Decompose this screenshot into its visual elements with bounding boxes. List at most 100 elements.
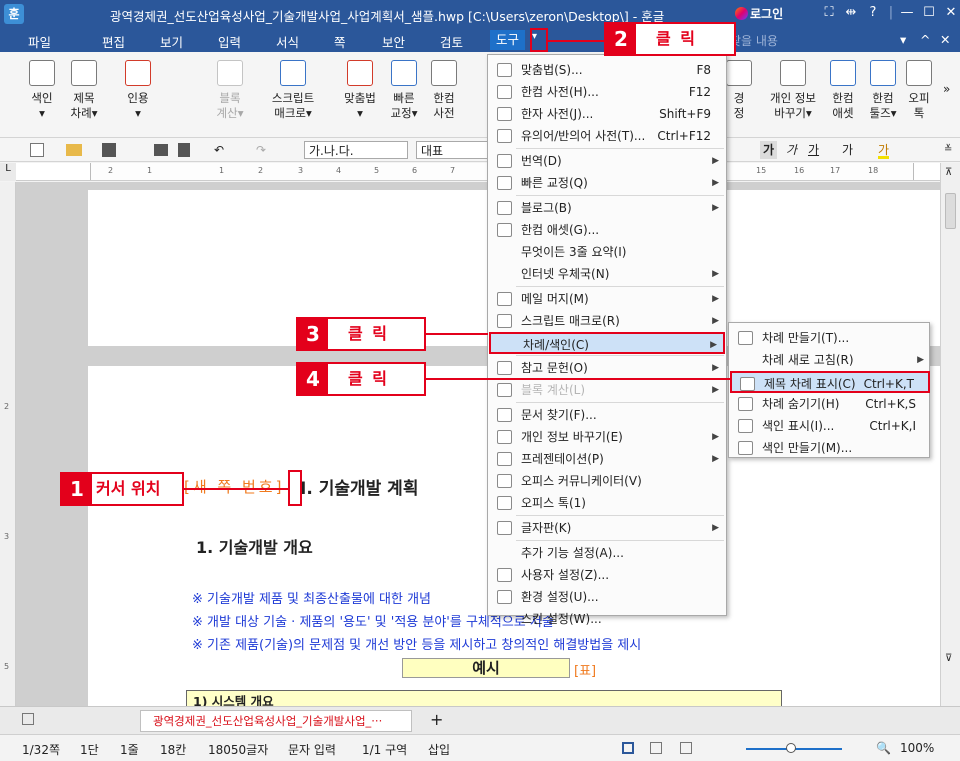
- tab-type-selector[interactable]: L: [0, 163, 16, 181]
- scroll-down-icon[interactable]: ⊽: [945, 653, 952, 664]
- strikeout-button[interactable]: 가: [842, 141, 853, 159]
- hancom-dict-button[interactable]: 한컴 사전: [424, 60, 464, 121]
- menu-item-tools-16[interactable]: 개인 정보 바꾸기(E) ▶: [489, 426, 725, 448]
- style-combo[interactable]: 가.나.다.: [304, 141, 408, 159]
- hancom-tools-button[interactable]: 한컴 툴즈▾: [864, 60, 902, 121]
- menu-page[interactable]: 쪽: [334, 32, 346, 51]
- menu-item-tools-2[interactable]: 한자 사전(J)... Shift+F9: [489, 103, 725, 125]
- redo-icon[interactable]: ↷: [256, 141, 266, 159]
- search-input[interactable]: 찾을 내용: [730, 32, 778, 49]
- zoom-icon[interactable]: 🔍: [876, 741, 891, 755]
- menu-item-tools-10[interactable]: 메일 머지(M) ▶: [489, 288, 725, 310]
- menu-item-toc-5[interactable]: 색인 만들기(M)...: [730, 437, 930, 459]
- script-macro-button[interactable]: 스크립트 매크로▾: [266, 60, 320, 121]
- tab-list-icon[interactable]: [22, 713, 34, 725]
- menu-item-toc-3[interactable]: 차례 숨기기(H) Ctrl+K,S: [730, 393, 930, 415]
- hancom-dict-label: 한컴: [433, 91, 455, 105]
- menu-item-tools-24[interactable]: 스킨 설정(W)...: [489, 608, 725, 630]
- office-talk-button[interactable]: 오피 톡: [904, 60, 934, 121]
- zoom-level[interactable]: 100%: [900, 741, 934, 755]
- view-page-icon[interactable]: [680, 742, 692, 754]
- menu-format[interactable]: 서식: [276, 32, 299, 51]
- menu-tools[interactable]: 도구: [490, 30, 526, 50]
- menu-item-tools-11[interactable]: 스크립트 매크로(R) ▶: [489, 310, 725, 332]
- menu-view[interactable]: 보기: [160, 32, 183, 51]
- menu-item-toc-1[interactable]: 차례 새로 고침(R) ▶: [730, 349, 930, 371]
- preview-icon[interactable]: [178, 143, 190, 157]
- menu-insert[interactable]: 입력: [218, 32, 241, 51]
- italic-button[interactable]: 가: [786, 141, 797, 159]
- toc-button[interactable]: 제목 차례▾: [64, 60, 104, 121]
- login-button[interactable]: 로그인: [750, 5, 783, 22]
- vertical-ruler[interactable]: 2 3 5: [0, 182, 16, 706]
- menu-item-tools-3[interactable]: 유의어/반의어 사전(T)... Ctrl+F12: [489, 125, 725, 147]
- status-insert-mode[interactable]: 삽입: [428, 741, 450, 758]
- menu-item-tools-6[interactable]: 블로그(B) ▶: [489, 197, 725, 219]
- menu-item-tools-15[interactable]: 문서 찾기(F)...: [489, 404, 725, 426]
- menu-edit[interactable]: 편집: [102, 32, 125, 51]
- menu-security[interactable]: 보안: [382, 32, 405, 51]
- menu-item-tools-5[interactable]: 빠른 교정(Q) ▶: [489, 172, 725, 194]
- menu-item-tools-22[interactable]: 사용자 설정(Z)...: [489, 564, 725, 586]
- add-tab-button[interactable]: +: [430, 710, 443, 729]
- close-button[interactable]: ✕: [940, 5, 960, 20]
- menu-item-tools-1[interactable]: 한컴 사전(H)... F12: [489, 81, 725, 103]
- fullscreen-icon[interactable]: ⛶: [818, 5, 840, 20]
- menu-item-tools-18[interactable]: 오피스 커뮤니케이터(V): [489, 470, 725, 492]
- menu-item-toc-2[interactable]: 제목 차례 표시(C) Ctrl+K,T: [730, 371, 930, 393]
- undo-icon[interactable]: ↶: [214, 141, 224, 159]
- scroll-top-icon[interactable]: ⊼: [945, 167, 952, 178]
- horizontal-ruler[interactable]: 2 1 1 2 3 4 5 6 7 15 16 17 18: [16, 163, 940, 181]
- privacy-button[interactable]: 개인 정보 바꾸기▾: [762, 60, 824, 121]
- menu-item-tools-19[interactable]: 오피스 톡(1): [489, 492, 725, 514]
- menu-item-tools-17[interactable]: 프레젠테이션(P) ▶: [489, 448, 725, 470]
- menu-item-toc-0[interactable]: 차례 만들기(T)...: [730, 327, 930, 349]
- close-doc-icon[interactable]: ✕: [940, 32, 950, 47]
- scroll-thumb[interactable]: [945, 193, 956, 229]
- menu-item-tools-0[interactable]: 맞춤법(S)... F8: [489, 59, 725, 81]
- menu-item-tools-7[interactable]: 한컴 애셋(G)...: [489, 219, 725, 241]
- bold-button[interactable]: 가: [760, 141, 778, 159]
- menu-item-tools-4[interactable]: 번역(D) ▶: [489, 150, 725, 172]
- underline-button[interactable]: 가: [808, 141, 819, 159]
- status-page[interactable]: 1/32쪽: [22, 741, 60, 758]
- highlight-button[interactable]: 가: [878, 141, 890, 159]
- index-button[interactable]: 색인 ▾: [22, 60, 62, 121]
- hwp-app-icon[interactable]: 훈: [4, 4, 24, 24]
- menu-item-tools-9[interactable]: 인터넷 우체국(N) ▶: [489, 263, 725, 285]
- minimize-button[interactable]: —: [896, 5, 918, 20]
- maximize-button[interactable]: ☐: [918, 5, 940, 20]
- menu-item-tools-14[interactable]: 블록 계산(L) ▶: [489, 379, 725, 401]
- print-icon[interactable]: [154, 144, 168, 156]
- collapse-ribbon-icon[interactable]: ^: [920, 32, 930, 47]
- block-calc-button[interactable]: 블록 계산▾: [210, 60, 250, 121]
- ribbon-expand-icon[interactable]: »: [943, 82, 950, 96]
- menu-review[interactable]: 검토: [440, 32, 463, 51]
- spellcheck-button[interactable]: 맞춤법 ▾: [338, 60, 382, 121]
- font-combo[interactable]: 대표: [416, 141, 488, 159]
- menu-item-tools-21[interactable]: 추가 기능 설정(A)...: [489, 542, 725, 564]
- new-doc-icon[interactable]: [30, 143, 44, 157]
- view-width-icon[interactable]: [650, 742, 662, 754]
- quick-correct-button[interactable]: 빠른 교정▾: [384, 60, 424, 121]
- menu-item-tools-23[interactable]: 환경 설정(U)...: [489, 586, 725, 608]
- split-icon[interactable]: ⇹: [840, 5, 862, 20]
- hancom-tools-sub: 툴즈▾: [869, 106, 897, 120]
- open-folder-icon[interactable]: [66, 144, 82, 156]
- vertical-scrollbar[interactable]: ⊼ ⊽: [940, 163, 960, 706]
- zoom-slider-thumb[interactable]: [786, 743, 796, 753]
- menu-file[interactable]: 파일: [28, 32, 51, 51]
- menu-item-tools-12[interactable]: 차례/색인(C) ▶: [489, 332, 725, 354]
- env-settings-button[interactable]: 경 정: [724, 60, 754, 121]
- search-dropdown-icon[interactable]: ▾: [900, 32, 906, 47]
- citation-button[interactable]: 인용 ▾: [118, 60, 158, 121]
- menu-item-tools-13[interactable]: 참고 문헌(O) ▶: [489, 357, 725, 379]
- menu-item-toc-4[interactable]: 색인 표시(I)... Ctrl+K,I: [730, 415, 930, 437]
- document-tab[interactable]: 광역경제권_선도산업육성사업_기술개발사업_···: [140, 710, 412, 732]
- menu-item-tools-8[interactable]: 무엇이든 3줄 요약(I): [489, 241, 725, 263]
- save-icon[interactable]: [102, 143, 116, 157]
- view-normal-icon[interactable]: [622, 742, 634, 754]
- menu-item-tools-20[interactable]: 글자판(K) ▶: [489, 517, 725, 539]
- toolbar-expand-icon[interactable]: ≚: [944, 141, 952, 159]
- hancom-asset-button[interactable]: 한컴 애셋: [824, 60, 862, 121]
